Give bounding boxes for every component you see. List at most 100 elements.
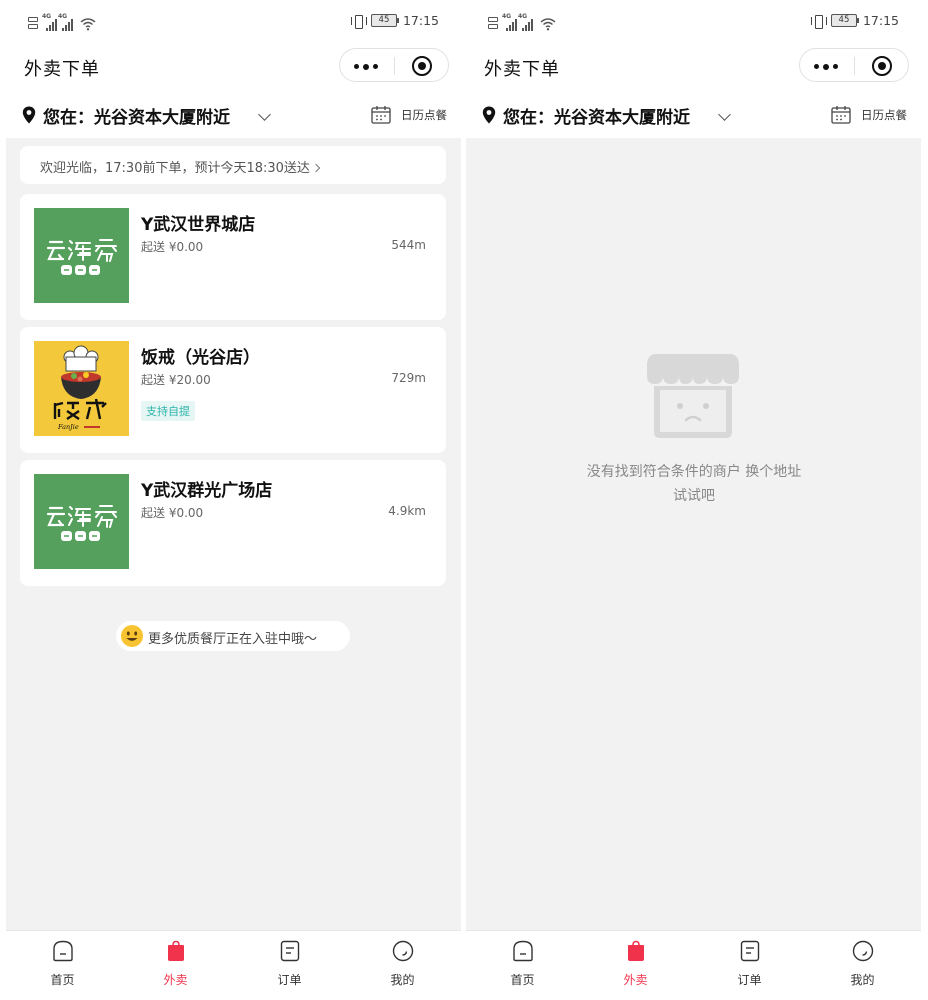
signal-bars-icon: 4G bbox=[42, 13, 57, 31]
yunhaiyao-logo-icon bbox=[46, 239, 117, 275]
current-location[interactable]: 您在：光谷资本大厦附近 bbox=[503, 103, 690, 128]
delivery-notice[interactable]: 欢迎光临，17:30前下单，预计今天18:30送达 bbox=[20, 146, 446, 184]
tab-takeout[interactable]: 外卖 bbox=[579, 931, 692, 1000]
fanjie-logo-icon: FanJie bbox=[53, 345, 107, 431]
shop-name: 饭戒（光谷店） bbox=[141, 348, 260, 368]
tab-home[interactable]: 首页 bbox=[466, 931, 579, 1000]
signal-bars-icon: 4G bbox=[58, 13, 73, 31]
tab-home[interactable]: 首页 bbox=[6, 931, 119, 1000]
shop-name: Y武汉群光广场店 bbox=[141, 481, 273, 501]
signal-indicators: 4G 4G bbox=[28, 13, 96, 31]
empty-store-icon bbox=[647, 354, 739, 438]
shop-distance: 4.9km bbox=[388, 504, 426, 518]
tab-label: 首页 bbox=[510, 973, 535, 987]
yunhaiyao-logo-icon bbox=[46, 505, 117, 541]
close-miniprogram-icon[interactable] bbox=[872, 56, 892, 76]
shop-list-area: 欢迎光临，17:30前下单，预计今天18:30送达 Y武汉世界城店 起送 ¥0.… bbox=[6, 138, 461, 930]
nav-bar: 外卖下单 bbox=[466, 40, 921, 92]
pickup-badge: 支持自提 bbox=[141, 401, 195, 421]
status-bar: 4G 4G 45 17:15 bbox=[6, 0, 461, 40]
smile-emoji-icon bbox=[121, 625, 143, 647]
more-options-icon[interactable] bbox=[354, 63, 380, 70]
chevron-down-icon[interactable] bbox=[718, 108, 731, 121]
order-icon bbox=[740, 940, 760, 962]
close-miniprogram-icon[interactable] bbox=[412, 56, 432, 76]
location-bar[interactable]: 您在：光谷资本大厦附近 日历点餐 bbox=[466, 92, 921, 138]
miniprogram-capsule bbox=[339, 48, 449, 82]
min-order: 起送 ¥0.00 bbox=[141, 240, 204, 254]
wifi-icon bbox=[80, 18, 96, 31]
signal-bars-icon: 4G bbox=[502, 13, 517, 31]
signal-indicators: 4G 4G bbox=[488, 13, 556, 31]
calendar-icon[interactable] bbox=[831, 105, 851, 124]
tab-label: 外卖 bbox=[623, 973, 648, 987]
empty-message-line: 没有找到符合条件的商户 换个地址 bbox=[586, 464, 802, 480]
tab-profile[interactable]: 我的 bbox=[346, 931, 459, 1000]
battery-icon: 45 bbox=[830, 14, 859, 27]
profile-icon bbox=[852, 940, 874, 962]
location-prefix: 您在： bbox=[503, 108, 554, 128]
calendar-order-link[interactable]: 日历点餐 bbox=[401, 107, 447, 123]
dual-sim-icon bbox=[488, 17, 501, 31]
tab-label: 首页 bbox=[50, 973, 75, 987]
vibrate-icon bbox=[810, 14, 827, 29]
shop-logo: FanJie bbox=[34, 341, 129, 436]
phone-screen-list: 4G 4G 45 17:15 外卖下单 您在：光谷资本大厦附近 日历点餐 欢迎光… bbox=[6, 0, 461, 1000]
home-icon bbox=[53, 940, 73, 962]
location-pin-icon bbox=[482, 106, 496, 124]
more-note-text: 更多优质餐厅正在入驻中哦～ bbox=[148, 632, 318, 647]
tab-label: 订单 bbox=[277, 973, 302, 987]
location-prefix: 您在： bbox=[43, 108, 94, 128]
calendar-order-link[interactable]: 日历点餐 bbox=[861, 107, 907, 123]
shop-name: Y武汉世界城店 bbox=[141, 215, 256, 235]
shop-card[interactable]: Y武汉群光广场店 起送 ¥0.00 4.9km bbox=[20, 460, 446, 586]
order-icon bbox=[280, 940, 300, 962]
empty-message-line: 试试吧 bbox=[673, 488, 715, 504]
tab-takeout[interactable]: 外卖 bbox=[119, 931, 232, 1000]
chevron-right-icon bbox=[311, 163, 321, 173]
profile-icon bbox=[392, 940, 414, 962]
shop-logo bbox=[34, 208, 129, 303]
bottom-tab-bar: 首页 外卖 订单 我的 bbox=[6, 930, 461, 1000]
signal-bars-icon: 4G bbox=[518, 13, 533, 31]
tab-label: 订单 bbox=[737, 973, 762, 987]
svg-text:FanJie: FanJie bbox=[57, 423, 79, 431]
nav-bar: 外卖下单 bbox=[6, 40, 461, 92]
notice-text: 欢迎光临，17:30前下单，预计今天18:30送达 bbox=[40, 161, 310, 176]
status-right: 45 17:15 bbox=[810, 13, 899, 29]
min-order: 起送 ¥0.00 bbox=[141, 506, 204, 520]
shop-card[interactable]: Y武汉世界城店 起送 ¥0.00 544m bbox=[20, 194, 446, 320]
screenshot-stage: 4G 4G 45 17:15 外卖下单 您在：光谷资本大厦附近 日历点餐 欢迎光… bbox=[0, 0, 928, 1000]
empty-message: 没有找到符合条件的商户 换个地址 试试吧 bbox=[546, 460, 842, 508]
page-title: 外卖下单 bbox=[484, 59, 560, 80]
tab-orders[interactable]: 订单 bbox=[693, 931, 806, 1000]
clock: 17:15 bbox=[402, 13, 439, 28]
more-options-icon[interactable] bbox=[814, 63, 840, 70]
tab-orders[interactable]: 订单 bbox=[233, 931, 346, 1000]
tab-label: 我的 bbox=[850, 973, 875, 987]
takeout-bag-icon bbox=[628, 940, 644, 961]
more-restaurants-note: 更多优质餐厅正在入驻中哦～ bbox=[116, 621, 350, 651]
shop-distance: 729m bbox=[391, 371, 426, 385]
tab-label: 我的 bbox=[390, 973, 415, 987]
dual-sim-icon bbox=[28, 17, 41, 31]
vibrate-icon bbox=[350, 14, 367, 29]
chevron-down-icon[interactable] bbox=[258, 108, 271, 121]
current-location[interactable]: 您在：光谷资本大厦附近 bbox=[43, 103, 230, 128]
shop-logo bbox=[34, 474, 129, 569]
status-bar: 4G 4G 45 17:15 bbox=[466, 0, 921, 40]
tab-profile[interactable]: 我的 bbox=[806, 931, 919, 1000]
location-bar[interactable]: 您在：光谷资本大厦附近 日历点餐 bbox=[6, 92, 461, 138]
takeout-bag-icon bbox=[168, 940, 184, 961]
location-pin-icon bbox=[22, 106, 36, 124]
tab-label: 外卖 bbox=[163, 973, 188, 987]
calendar-icon[interactable] bbox=[371, 105, 391, 124]
page-title: 外卖下单 bbox=[24, 59, 100, 80]
status-right: 45 17:15 bbox=[350, 13, 439, 29]
capsule-divider bbox=[854, 57, 855, 75]
location-name: 光谷资本大厦附近 bbox=[94, 108, 230, 128]
shop-card[interactable]: FanJie 饭戒（光谷店） 起送 ¥20.00 729m 支持自提 bbox=[20, 327, 446, 453]
min-order: 起送 ¥20.00 bbox=[141, 373, 211, 387]
phone-screen-empty: 4G 4G 45 17:15 外卖下单 您在：光谷资本大厦附近 日历点餐 没有找… bbox=[466, 0, 921, 1000]
home-icon bbox=[513, 940, 533, 962]
